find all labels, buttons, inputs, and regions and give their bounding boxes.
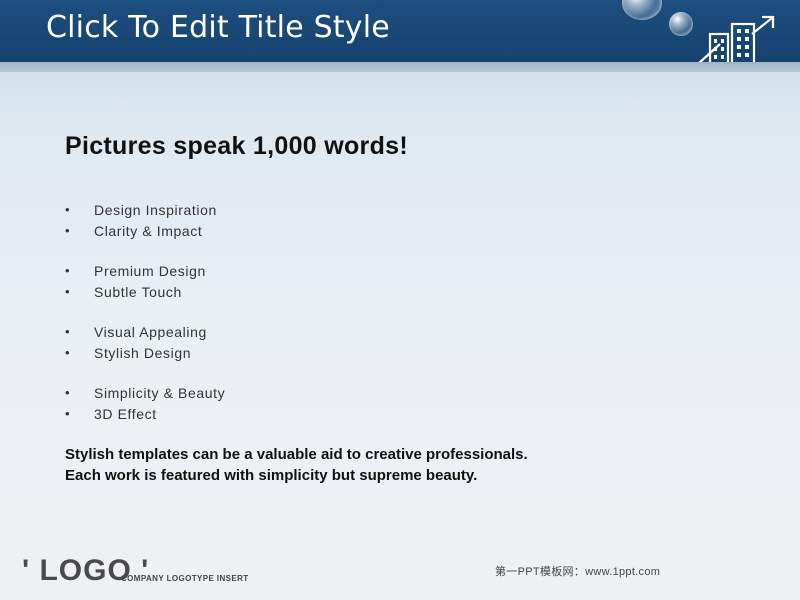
list-spacer [65, 241, 465, 261]
bubble-icon [622, 0, 662, 20]
headline[interactable]: Pictures speak 1,000 words! [65, 130, 765, 162]
header-stripe [0, 62, 800, 72]
list-item[interactable]: 3D Effect [65, 404, 465, 425]
bullet-list: Design Inspiration Clarity & Impact Prem… [65, 200, 465, 424]
list-item[interactable]: Visual Appealing [65, 322, 465, 343]
list-spacer [65, 302, 465, 322]
list-item[interactable]: Simplicity & Beauty [65, 383, 465, 404]
footer-text: 第一PPT模板网：www.1ppt.com [495, 566, 661, 578]
buildings-arrow-icon [697, 15, 775, 66]
headline-block: Pictures speak 1,000 words! [65, 130, 765, 162]
list-item[interactable]: Subtle Touch [65, 282, 465, 303]
list-item[interactable]: Design Inspiration [65, 200, 465, 221]
summary-line[interactable]: Stylish templates can be a valuable aid … [65, 445, 765, 466]
list-item[interactable]: Stylish Design [65, 343, 465, 364]
logo-caption: COMPANY LOGOTYPE INSERT [121, 574, 249, 583]
slide-title[interactable]: Click To Edit Title Style [46, 10, 390, 46]
summary-line[interactable]: Each work is featured with simplicity bu… [65, 466, 765, 487]
list-item[interactable]: Clarity & Impact [65, 221, 465, 242]
summary-text: Stylish templates can be a valuable aid … [65, 445, 765, 486]
bubble-icon [669, 12, 693, 36]
title-bar: Click To Edit Title Style [0, 0, 800, 66]
list-spacer [65, 363, 465, 383]
list-item[interactable]: Premium Design [65, 261, 465, 282]
